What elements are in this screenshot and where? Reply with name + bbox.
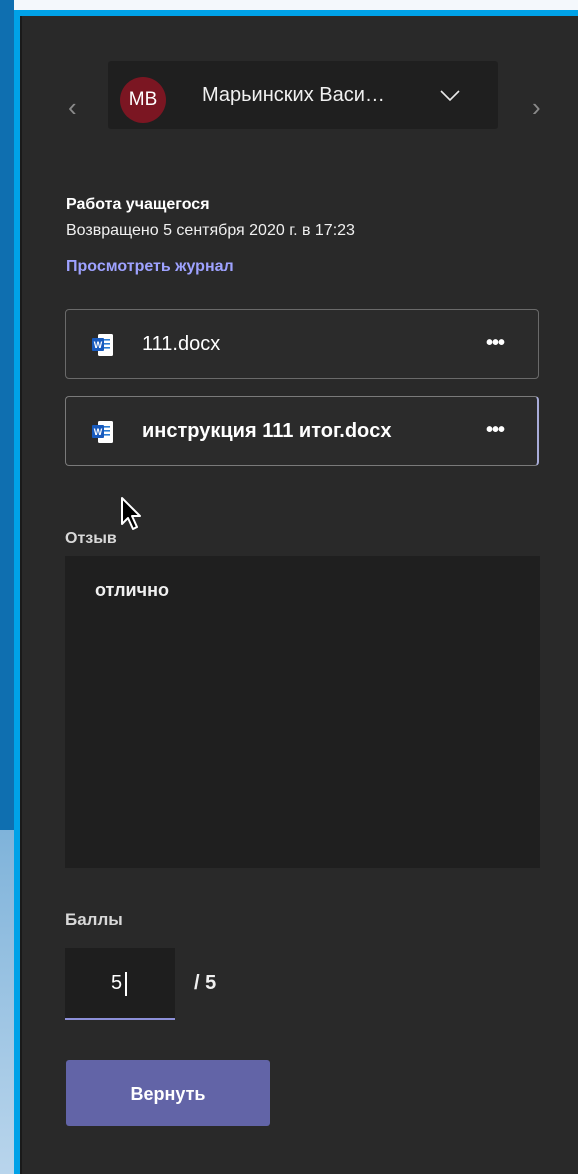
student-work-heading: Работа учащегося — [66, 196, 210, 213]
points-label: Баллы — [65, 910, 123, 929]
svg-text:W: W — [94, 340, 103, 350]
student-selector[interactable]: MB Марьинских Васи… — [108, 61, 498, 129]
return-button[interactable]: Вернуть — [66, 1060, 270, 1126]
word-document-icon: W — [92, 421, 113, 443]
points-input[interactable]: 5 — [65, 948, 175, 1020]
feedback-label: Отзыв — [65, 530, 117, 547]
attachment-name: 111.docx — [142, 333, 221, 355]
grading-panel-frame: ‹ MB Марьинских Васи… › Работа учащегося… — [14, 10, 578, 1174]
attachment-name: инструкция 111 итог.docx — [142, 420, 392, 442]
text-caret — [125, 972, 127, 996]
points-value: 5 — [111, 972, 123, 994]
view-log-link[interactable]: Просмотреть журнал — [66, 258, 234, 276]
svg-text:W: W — [94, 427, 103, 437]
chevron-right-icon[interactable]: › — [532, 94, 541, 120]
chevron-left-icon[interactable]: ‹ — [68, 94, 77, 120]
attachment-item[interactable]: W 111.docx ••• — [65, 309, 539, 379]
more-options-icon[interactable]: ••• — [486, 419, 505, 442]
attachment-item[interactable]: W инструкция 111 итог.docx ••• — [65, 396, 539, 466]
avatar: MB — [120, 77, 166, 123]
background-window-edge — [0, 830, 14, 1174]
chevron-down-icon[interactable] — [438, 83, 462, 107]
mouse-cursor-icon — [121, 497, 141, 530]
more-options-icon[interactable]: ••• — [486, 332, 505, 355]
student-name: Марьинских Васи… — [202, 84, 385, 106]
background-window-strip — [0, 0, 14, 830]
grading-panel: ‹ MB Марьинских Васи… › Работа учащегося… — [20, 16, 578, 1174]
feedback-textarea[interactable]: отлично — [65, 556, 540, 868]
returned-timestamp: Возвращено 5 сентября 2020 г. в 17:23 — [66, 222, 355, 239]
word-document-icon: W — [92, 334, 113, 356]
feedback-text: отлично — [95, 580, 169, 600]
points-max: / 5 — [194, 972, 217, 994]
